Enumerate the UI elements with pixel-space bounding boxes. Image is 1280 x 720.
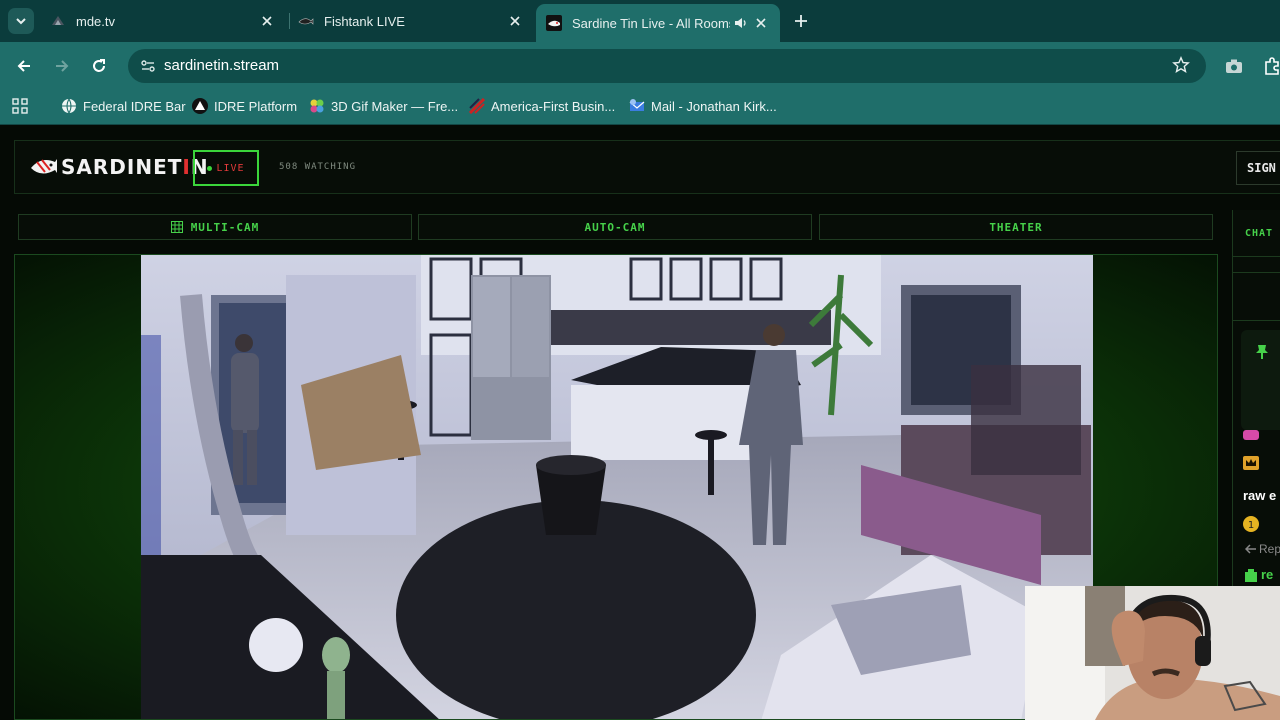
arrow-right-icon <box>56 60 69 72</box>
coin-icon: 1 <box>1243 516 1259 532</box>
grid-icon <box>170 221 183 233</box>
badge-icon <box>1243 430 1259 440</box>
triangle-logo-icon <box>192 98 208 114</box>
mode-label: THEATER <box>989 220 1043 234</box>
arrow-left-icon <box>17 60 30 72</box>
bookmark-label: Mail - Jonathan Kirk... <box>651 98 777 114</box>
robot-icon <box>1245 569 1257 582</box>
tab-title: Sardine Tin Live - All Rooms <box>572 15 730 31</box>
back-button[interactable] <box>12 54 36 78</box>
sardinetin-favicon <box>546 15 562 31</box>
new-tab-button[interactable] <box>790 10 812 32</box>
tab-title: Fishtank LIVE <box>324 13 405 29</box>
multi-cam-button[interactable]: MULTI-CAM <box>18 214 412 240</box>
bookmark-star-icon[interactable] <box>1172 56 1192 76</box>
reload-button[interactable] <box>87 54 111 78</box>
bookmark-label: America-First Busin... <box>491 98 616 114</box>
address-bar[interactable]: sardinetin.stream <box>128 49 1206 83</box>
mde-favicon <box>50 13 66 29</box>
viewer-count: 508 WATCHING <box>279 162 357 172</box>
auto-cam-button[interactable]: AUTO-CAM <box>418 214 812 240</box>
fishtank-favicon <box>298 13 314 29</box>
screenshot-camera-icon[interactable] <box>1224 56 1244 76</box>
reload-icon <box>93 59 105 72</box>
pinned-message <box>1241 330 1280 430</box>
divider <box>1233 272 1280 273</box>
divider <box>1233 256 1280 257</box>
close-icon[interactable] <box>752 14 770 32</box>
bookmark-label: Federal IDRE Bar <box>83 98 186 114</box>
mail-icon <box>629 98 645 114</box>
bookmarks-bar: Federal IDRE Bar IDRE Platform 3D Gif Ma… <box>0 88 1280 125</box>
bookmark-3d-gif-maker[interactable]: 3D Gif Maker — Fre... <box>309 96 458 116</box>
site-header: SARDINETIN LIVE 508 WATCHING SIGN <box>14 140 1280 194</box>
sign-in-button[interactable]: SIGN <box>1236 151 1280 185</box>
sardinetin-site: SARDINETIN LIVE 508 WATCHING SIGN MULTI-… <box>0 126 1280 720</box>
live-label: LIVE <box>216 162 245 174</box>
bookmark-mail[interactable]: Mail - Jonathan Kirk... <box>629 96 777 116</box>
tab-mde[interactable]: mde.tv <box>40 6 286 36</box>
reply-label[interactable]: Rep <box>1259 542 1280 556</box>
chat-tab[interactable]: CHAT <box>1245 228 1273 239</box>
reply-icon <box>1245 544 1256 554</box>
gif-maker-icon <box>309 98 325 114</box>
mode-label: MULTI-CAM <box>190 220 260 234</box>
live-badge: LIVE <box>193 150 259 186</box>
tab-search-button[interactable] <box>8 8 34 34</box>
pin-icon <box>1256 345 1268 359</box>
apps-grid-button[interactable] <box>12 96 28 116</box>
sardinetin-logo[interactable]: SARDINETIN <box>29 153 209 181</box>
globe-icon <box>61 98 77 114</box>
url-text: sardinetin.stream <box>164 57 280 74</box>
chevron-down-icon <box>16 18 26 25</box>
close-icon[interactable] <box>258 12 276 30</box>
tab-fishtank[interactable]: Fishtank LIVE <box>288 6 534 36</box>
apps-grid-icon <box>12 98 28 114</box>
bookmark-idre-platform[interactable]: IDRE Platform <box>192 96 297 116</box>
speaker-icon[interactable] <box>730 14 752 32</box>
webcam-overlay <box>1025 586 1280 720</box>
crown-icon <box>1243 456 1259 470</box>
forward-button[interactable] <box>50 54 74 78</box>
bookmark-america-first[interactable]: America-First Busin... <box>469 96 615 116</box>
site-info-icon[interactable] <box>136 54 160 78</box>
camera-feed-image <box>141 255 1093 719</box>
theater-button[interactable]: THEATER <box>819 214 1213 240</box>
svg-text:1: 1 <box>1248 520 1254 531</box>
tab-sardinetin[interactable]: Sardine Tin Live - All Rooms <box>536 4 780 42</box>
mode-label: AUTO-CAM <box>584 220 646 234</box>
chat-message: raw e <box>1243 488 1277 503</box>
bookmark-label: 3D Gif Maker — Fre... <box>331 98 459 114</box>
bookmark-label: IDRE Platform <box>214 98 298 114</box>
browser-tab-bar: mde.tv Fishtank LIVE Sardine Tin Live - … <box>0 0 1280 42</box>
live-dot-icon <box>207 165 213 171</box>
tab-title: mde.tv <box>76 13 116 29</box>
logo-wordmark: SARDINETIN <box>61 155 209 179</box>
extensions-puzzle-icon[interactable] <box>1262 56 1280 76</box>
sardine-logo-icon <box>31 159 57 174</box>
bookmark-federal-idre[interactable]: Federal IDRE Bar <box>61 96 186 116</box>
flag-icon <box>469 98 485 114</box>
close-icon[interactable] <box>506 12 524 30</box>
divider <box>1233 320 1280 321</box>
chat-message: re <box>1261 567 1274 582</box>
plus-icon <box>795 15 807 27</box>
